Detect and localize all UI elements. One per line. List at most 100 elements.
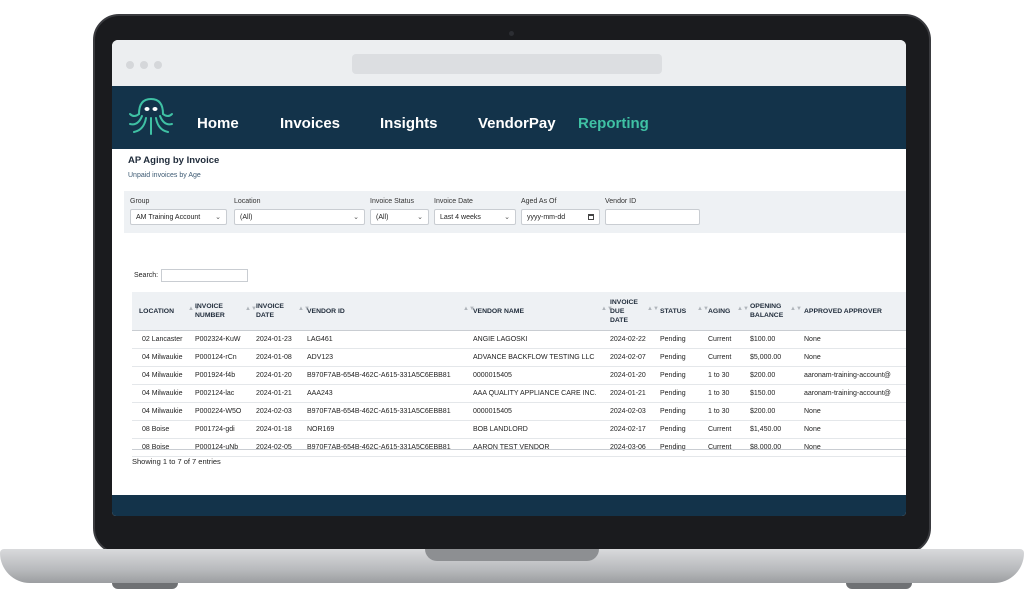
invoice-status-select[interactable]: (All) ⌄ [370,209,429,225]
col-invoice-number[interactable]: INVOICE NUMBER [195,292,225,330]
cell-vendor-name: 0000015405 [473,372,512,379]
cell-due-date: 2024-02-07 [610,354,646,361]
cell-invoice-date: 2024-02-03 [256,408,292,415]
cell-invoice-date: 2024-01-21 [256,390,292,397]
cell-vendor-name: 0000015405 [473,408,512,415]
cell-vendor-id: AAA243 [307,390,333,397]
col-status[interactable]: STATUS [660,292,686,330]
sort-icon[interactable]: ▲▼ [737,306,749,312]
cell-vendor-id: LAG461 [307,336,333,343]
cell-vendor-id: B970F7AB-654B-462C-A615-331A5C6EBB81 [307,372,451,379]
cell-vendor-name: BOB LANDLORD [473,426,528,433]
cell-aging: Current [708,354,732,361]
aged-as-of-placeholder: yyyy-mm-dd [527,214,566,221]
octopus-logo-icon[interactable] [126,94,176,138]
table-info: Showing 1 to 7 of 7 entries [132,457,221,466]
cell-invoice-date: 2024-01-20 [256,372,292,379]
col-vendor-id[interactable]: VENDOR ID [307,292,345,330]
cell-approver: None [804,354,821,361]
invoice-table: LOCATION ▲▼ INVOICE NUMBER ▲▼ INVOICE DATE… [132,292,906,457]
cell-invoice-date: 2024-01-23 [256,336,292,343]
cell-due-date: 2024-01-20 [610,372,646,379]
vendor-id-label: Vendor ID [605,198,637,205]
invoice-date-label: Invoice Date [434,198,473,205]
col-opening-balance[interactable]: OPENING BALANCE [750,292,783,330]
page-subtitle: Unpaid invoices by Age [128,172,201,179]
col-invoice-date[interactable]: INVOICE DATE [256,292,284,330]
window-maximize-dot[interactable] [154,61,162,69]
cell-opening-balance: $100.00 [750,336,776,343]
nav-reporting[interactable]: Reporting [578,115,649,132]
table-header: LOCATION ▲▼ INVOICE NUMBER ▲▼ INVOICE DATE… [132,292,906,331]
group-label: Group [130,198,150,205]
table-row[interactable]: 08 Boise P000124-uNb 2024-02-05 B970F7AB-65… [132,439,906,457]
cell-opening-balance: $200.00 [750,408,776,415]
cell-invoice-number: P000224-W5O [195,408,242,415]
cell-status: Pending [660,390,686,397]
cell-status: Pending [660,354,686,361]
nav-home[interactable]: Home [197,115,239,132]
cell-approver: None [804,336,821,343]
cell-invoice-number: P002124-lac [195,390,235,397]
table-row[interactable]: 04 Milwaukie P000224-W5O 2024-02-03 B970F7A… [132,403,906,421]
cell-vendor-name: AAA QUALITY APPLIANCE CARE INC. [473,390,597,397]
cell-approver: aaronam-training-account@ [804,372,891,379]
col-location[interactable]: LOCATION [139,292,174,330]
cell-invoice-number: P001724-gdi [195,426,235,433]
cell-approver: None [804,426,821,433]
table-row[interactable]: 04 Milwaukie P001924-f4b 2024-01-20 B970F7A… [132,367,906,385]
cell-opening-balance: $200.00 [750,372,776,379]
cell-invoice-number: P001924-f4b [195,372,236,379]
laptop-foot [112,583,178,589]
address-bar[interactable] [352,54,662,74]
bottom-bar [112,495,906,516]
table-row[interactable]: 04 Milwaukie P000124-rCn 2024-01-08 ADV123 A… [132,349,906,367]
report-content: AP Aging by Invoice Unpaid invoices by A… [112,149,906,495]
chevron-down-icon: ⌄ [215,214,221,221]
browser-chrome [112,40,906,86]
nav-insights[interactable]: Insights [380,115,438,132]
location-label: Location [234,198,261,205]
location-value: (All) [240,214,253,221]
cell-location: 02 Lancaster [142,336,183,343]
group-select[interactable]: AM Training Account ⌄ [130,209,227,225]
cell-vendor-id: B970F7AB-654B-462C-A615-331A5C6EBB81 [307,408,451,415]
cell-status: Pending [660,372,686,379]
cell-vendor-name: ADVANCE BACKFLOW TESTING LLC [473,354,595,361]
table-row[interactable]: 08 Boise P001724-gdi 2024-01-18 NOR169 BOB L… [132,421,906,439]
cell-location: 04 Milwaukie [142,372,183,379]
aged-as-of-input[interactable]: yyyy-mm-dd [521,209,600,225]
calendar-icon[interactable] [588,214,594,220]
chevron-down-icon: ⌄ [353,214,359,221]
vendor-id-input[interactable] [605,209,700,225]
cell-vendor-id: ADV123 [307,354,334,361]
table-bottom-rule [132,449,906,450]
laptop-notch [425,549,599,561]
nav-invoices[interactable]: Invoices [280,115,340,132]
window-close-dot[interactable] [126,61,134,69]
laptop-foot [846,583,912,589]
cell-approver: aaronam-training-account@ [804,390,891,397]
sort-icon[interactable]: ▲▼ [647,306,659,312]
table-body: 02 Lancaster P002324-KuW 2024-01-23 LAG461 A… [132,331,906,457]
col-vendor-name[interactable]: VENDOR NAME [473,292,524,330]
invoice-date-select[interactable]: Last 4 weeks ⌄ [434,209,516,225]
location-select[interactable]: (All) ⌄ [234,209,365,225]
col-aging[interactable]: AGING [708,292,730,330]
cell-opening-balance: $1,450.00 [750,426,782,433]
col-due-date[interactable]: INVOICE DUE DATE [610,292,638,330]
sort-icon[interactable]: ▲▼ [790,306,802,312]
search-label: Search: [134,272,159,279]
window-minimize-dot[interactable] [140,61,148,69]
cell-opening-balance: $5,000.00 [750,354,782,361]
cell-status: Pending [660,426,686,433]
table-row[interactable]: 02 Lancaster P002324-KuW 2024-01-23 LAG461 A… [132,331,906,349]
nav-vendorpay[interactable]: VendorPay [478,115,556,132]
chevron-down-icon: ⌄ [417,214,423,221]
search-input[interactable] [161,269,248,282]
table-row[interactable]: 04 Milwaukie P002124-lac 2024-01-21 AAA243 A… [132,385,906,403]
cell-due-date: 2024-02-03 [610,408,646,415]
cell-vendor-name: ANGIE LAGOSKI [473,336,528,343]
camera-icon [509,31,514,36]
col-approver[interactable]: APPROVED APPROVER [804,292,882,330]
